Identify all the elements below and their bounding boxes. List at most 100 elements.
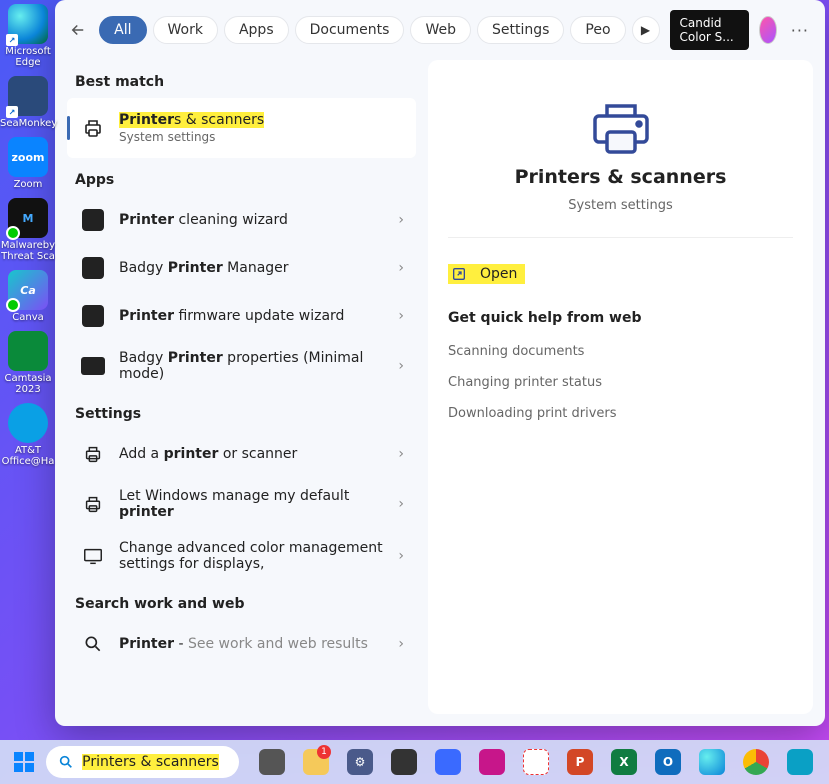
desktop-icon-camtasia[interactable]: Camtasia 2023	[4, 331, 52, 395]
desktop-icon-canva[interactable]: Ca Canva	[4, 270, 52, 323]
desktop-icon-seamonkey[interactable]: ↗ SeaMonkey	[4, 76, 52, 129]
back-button[interactable]	[67, 15, 89, 45]
tb-outlook[interactable]: O	[649, 743, 687, 781]
user-avatar[interactable]	[759, 16, 777, 44]
search-icon	[79, 630, 107, 658]
desktop-label: AT&T Office@Ha	[0, 445, 56, 467]
preview-title: Printers & scanners	[515, 166, 727, 188]
taskbar-search[interactable]: Printers & scanners	[46, 746, 239, 778]
app-row[interactable]: Badgy Printer properties (Minimal mode) …	[67, 340, 416, 392]
results-column: Best match Printers & scanners System se…	[67, 60, 416, 714]
tb-settings[interactable]: ⚙	[341, 743, 379, 781]
pill-apps[interactable]: Apps	[224, 16, 289, 44]
pill-web[interactable]: Web	[410, 16, 471, 44]
printer-icon	[79, 490, 107, 518]
taskbar-apps: 1 ⚙ P X O	[253, 743, 819, 781]
app-row[interactable]: Printer firmware update wizard ›	[67, 292, 416, 340]
best-match-title: Printers & scanners	[119, 112, 404, 128]
web-title: Printer - See work and web results	[119, 636, 386, 652]
app-title: Printer firmware update wizard	[119, 308, 386, 324]
settings-title: Add a printer or scanner	[119, 446, 386, 462]
app-row[interactable]: Badgy Printer Manager ›	[67, 244, 416, 292]
chevron-right-icon: ›	[398, 636, 404, 652]
tb-task-view[interactable]	[253, 743, 291, 781]
app-icon	[79, 206, 107, 234]
app-title: Badgy Printer Manager	[119, 260, 386, 276]
tb-phone[interactable]	[429, 743, 467, 781]
help-heading: Get quick help from web	[448, 310, 793, 326]
chevron-right-icon: ›	[398, 212, 404, 228]
open-label: Open	[480, 266, 517, 282]
web-row[interactable]: Printer - See work and web results ›	[67, 620, 416, 668]
chevron-right-icon: ›	[398, 548, 404, 564]
chevron-right-icon: ›	[398, 308, 404, 324]
app-title: Badgy Printer properties (Minimal mode)	[119, 350, 386, 382]
app-title: Printer cleaning wizard	[119, 212, 386, 228]
pill-people[interactable]: Peo	[570, 16, 625, 44]
desktop-label: Camtasia 2023	[0, 373, 56, 395]
search-topbar: All Work Apps Documents Web Settings Peo…	[55, 0, 825, 60]
best-match-sub: System settings	[119, 130, 404, 144]
help-link[interactable]: Scanning documents	[448, 336, 793, 367]
best-match-heading: Best match	[75, 74, 416, 90]
pill-all[interactable]: All	[99, 16, 146, 44]
app-icon	[79, 352, 107, 380]
open-icon	[450, 265, 468, 283]
desktop-icons: ↗ Microsoft Edge ↗ SeaMonkey zoom Zoom M…	[0, 0, 56, 740]
search-panel: All Work Apps Documents Web Settings Peo…	[55, 0, 825, 726]
desktop-label: Malwareby Threat Sca	[0, 240, 56, 262]
desktop-label: SeaMonkey	[0, 118, 56, 129]
tb-teal[interactable]	[781, 743, 819, 781]
help-link[interactable]: Changing printer status	[448, 367, 793, 398]
start-button[interactable]	[10, 746, 38, 778]
app-row[interactable]: Printer cleaning wizard ›	[67, 196, 416, 244]
desktop-icon-malwarebytes[interactable]: M Malwareby Threat Sca	[4, 198, 52, 262]
desktop-label: Zoom	[0, 179, 56, 190]
settings-row[interactable]: Change advanced color management setting…	[67, 530, 416, 582]
pill-more[interactable]: ▶	[632, 16, 660, 44]
settings-title: Change advanced color management setting…	[119, 540, 386, 572]
desktop-icon-att[interactable]: AT&T Office@Ha	[4, 403, 52, 467]
preview-pane: Printers & scanners System settings Open…	[428, 60, 813, 714]
tb-snip[interactable]	[517, 743, 555, 781]
tb-powerpoint[interactable]: P	[561, 743, 599, 781]
web-heading: Search work and web	[75, 596, 416, 612]
apps-heading: Apps	[75, 172, 416, 188]
chevron-right-icon: ›	[398, 358, 404, 374]
open-action[interactable]: Open	[448, 258, 793, 290]
tb-calculator[interactable]	[385, 743, 423, 781]
tb-chrome[interactable]	[737, 743, 775, 781]
settings-row[interactable]: Add a printer or scanner ›	[67, 430, 416, 478]
preview-sub: System settings	[568, 198, 672, 213]
pill-documents[interactable]: Documents	[295, 16, 405, 44]
pill-work[interactable]: Work	[153, 16, 218, 44]
rewards-button[interactable]: Candid Color S...	[670, 10, 750, 50]
printer-icon	[79, 440, 107, 468]
chevron-right-icon: ›	[398, 260, 404, 276]
settings-heading: Settings	[75, 406, 416, 422]
tb-excel[interactable]: X	[605, 743, 643, 781]
chevron-right-icon: ›	[398, 446, 404, 462]
search-icon	[58, 754, 74, 770]
best-match-row[interactable]: Printers & scanners System settings	[67, 98, 416, 158]
taskbar: Printers & scanners 1 ⚙ P X O	[0, 740, 829, 784]
pill-settings[interactable]: Settings	[477, 16, 564, 44]
settings-row[interactable]: Let Windows manage my default printer ›	[67, 478, 416, 530]
search-value: Printers & scanners	[82, 754, 219, 770]
filter-pills: All Work Apps Documents Web Settings Peo…	[99, 16, 659, 44]
settings-title: Let Windows manage my default printer	[119, 488, 386, 520]
chevron-right-icon: ›	[398, 496, 404, 512]
desktop-icon-zoom[interactable]: zoom Zoom	[4, 137, 52, 190]
tb-edge[interactable]	[693, 743, 731, 781]
desktop-icon-edge[interactable]: ↗ Microsoft Edge	[4, 4, 52, 68]
notification-badge: 1	[317, 745, 331, 759]
app-icon	[79, 302, 107, 330]
monitor-icon	[79, 542, 107, 570]
printer-large-icon	[589, 100, 653, 156]
desktop-label: Microsoft Edge	[0, 46, 56, 68]
desktop-label: Canva	[0, 312, 56, 323]
tb-file-explorer[interactable]: 1	[297, 743, 335, 781]
tb-magenta[interactable]	[473, 743, 511, 781]
more-menu[interactable]: ···	[787, 17, 813, 44]
help-link[interactable]: Downloading print drivers	[448, 398, 793, 429]
